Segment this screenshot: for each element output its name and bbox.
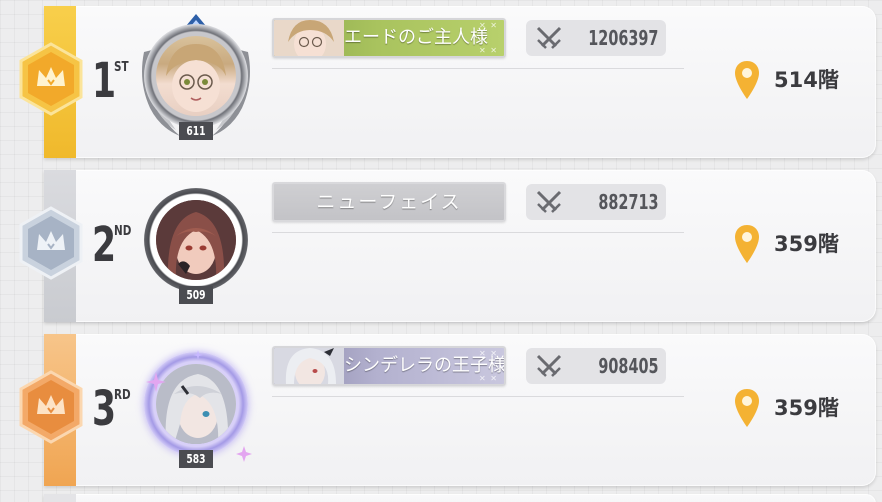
battle-power: 882713: [526, 184, 666, 220]
avatar-portrait: [156, 200, 236, 280]
nameplate-decoration: ✕ ✕: [479, 374, 498, 383]
player-name: ニューフェイス: [316, 191, 462, 213]
rank-number: 3: [92, 381, 116, 437]
rank-suffix: ND: [114, 224, 132, 239]
bronze-crown-badge-icon: [18, 370, 84, 444]
ranking-row-3[interactable]: 3 RD 583 シンデレラの王子様 ✕ ✕ ✕ ✕ 908405 359階: [19, 334, 876, 486]
crossed-swords-icon: [536, 190, 562, 213]
battle-power-value: 882713: [597, 190, 658, 214]
player-nameplate[interactable]: ニューフェイス: [272, 182, 506, 222]
nameplate-portrait: [274, 20, 344, 56]
nameplate-decoration: ✕ ✕: [479, 46, 498, 55]
battle-power-value: 908405: [597, 354, 658, 378]
rank-number: 1: [92, 53, 116, 109]
floor-value: 514階: [774, 68, 839, 92]
player-level: 611: [179, 122, 213, 140]
nameplate-portrait: [274, 348, 344, 384]
battle-power: 908405: [526, 348, 666, 384]
battle-power-value: 1206397: [587, 26, 658, 50]
ranking-row-2[interactable]: 2 ND 509 ニューフェイス 882713 359階: [19, 170, 876, 322]
row-divider: [272, 232, 684, 233]
rank-label: 1 ST: [92, 54, 142, 114]
location-pin-icon: [735, 61, 759, 99]
floor-value: 359階: [774, 232, 839, 256]
location-pin-icon: [735, 389, 759, 427]
rank-suffix: ST: [114, 60, 129, 75]
player-avatar[interactable]: 611: [136, 12, 256, 148]
battle-power: 1206397: [526, 20, 666, 56]
floor-value: 359階: [774, 396, 839, 420]
floor-reached: 359階: [734, 222, 864, 266]
floor-reached: 359階: [734, 386, 864, 430]
gold-crown-badge-icon: [18, 42, 84, 116]
player-name: エードのご主人様: [344, 27, 488, 48]
row-divider: [272, 68, 684, 69]
rank-label: 2 ND: [92, 218, 142, 278]
crossed-swords-icon: [536, 26, 562, 49]
rank-stripe: [44, 494, 76, 502]
player-level: 509: [179, 286, 213, 304]
avatar-portrait: [156, 36, 236, 116]
player-nameplate[interactable]: エードのご主人様 ✕ ✕ ✕ ✕: [272, 18, 506, 58]
ranking-row-4[interactable]: [44, 494, 876, 502]
silver-crown-badge-icon: [18, 206, 84, 280]
player-avatar[interactable]: 509: [136, 176, 256, 312]
rank-suffix: RD: [114, 388, 131, 403]
player-level: 583: [179, 450, 213, 468]
location-pin-icon: [735, 225, 759, 263]
nameplate-decoration: ✕ ✕: [479, 21, 498, 30]
crossed-swords-icon: [536, 354, 562, 377]
player-avatar[interactable]: 583: [136, 340, 256, 476]
rank-number: 2: [92, 217, 116, 273]
floor-reached: 514階: [734, 58, 864, 102]
row-divider: [272, 396, 684, 397]
rank-label: 3 RD: [92, 382, 142, 442]
player-nameplate[interactable]: シンデレラの王子様 ✕ ✕ ✕ ✕: [272, 346, 506, 386]
nameplate-decoration: ✕ ✕: [479, 349, 498, 358]
ranking-list: 1 ST 611 エードのご主人様 ✕ ✕ ✕ ✕ 1206397 514階 2…: [0, 0, 882, 502]
ranking-row-1[interactable]: 1 ST 611 エードのご主人様 ✕ ✕ ✕ ✕ 1206397 514階: [19, 6, 876, 158]
